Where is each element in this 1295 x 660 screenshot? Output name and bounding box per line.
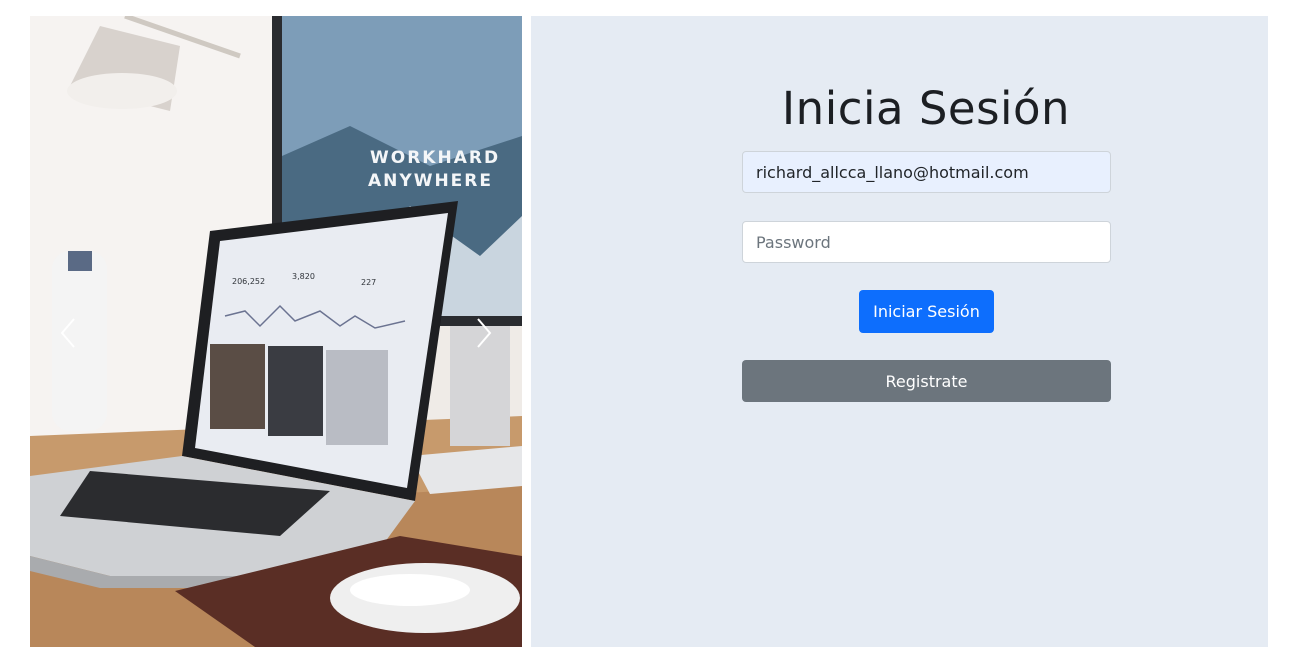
carousel-next-button[interactable]: [464, 316, 504, 350]
login-button[interactable]: Iniciar Sesión: [859, 290, 994, 333]
workspace-photo: WORKHARD ANYWHERE 206,252 3,820 227: [30, 16, 522, 647]
register-button[interactable]: Registrate: [742, 360, 1111, 402]
page-title: Inicia Sesión: [781, 82, 1071, 135]
image-carousel: WORKHARD ANYWHERE 206,252 3,820 227: [30, 16, 522, 647]
poster-line-1: WORKHARD: [370, 148, 500, 168]
chevron-left-icon: [60, 318, 75, 348]
password-input[interactable]: [742, 221, 1111, 263]
login-panel: Inicia Sesión Iniciar Sesión Registrate: [531, 16, 1268, 647]
stat-2: 3,820: [292, 272, 315, 281]
stat-1: 206,252: [232, 277, 265, 286]
carousel-prev-button[interactable]: [48, 316, 88, 350]
poster-line-2: ANYWHERE: [368, 171, 493, 191]
chevron-right-icon: [477, 318, 492, 348]
svg-text:227: 227: [361, 278, 376, 287]
email-input[interactable]: [742, 151, 1111, 193]
